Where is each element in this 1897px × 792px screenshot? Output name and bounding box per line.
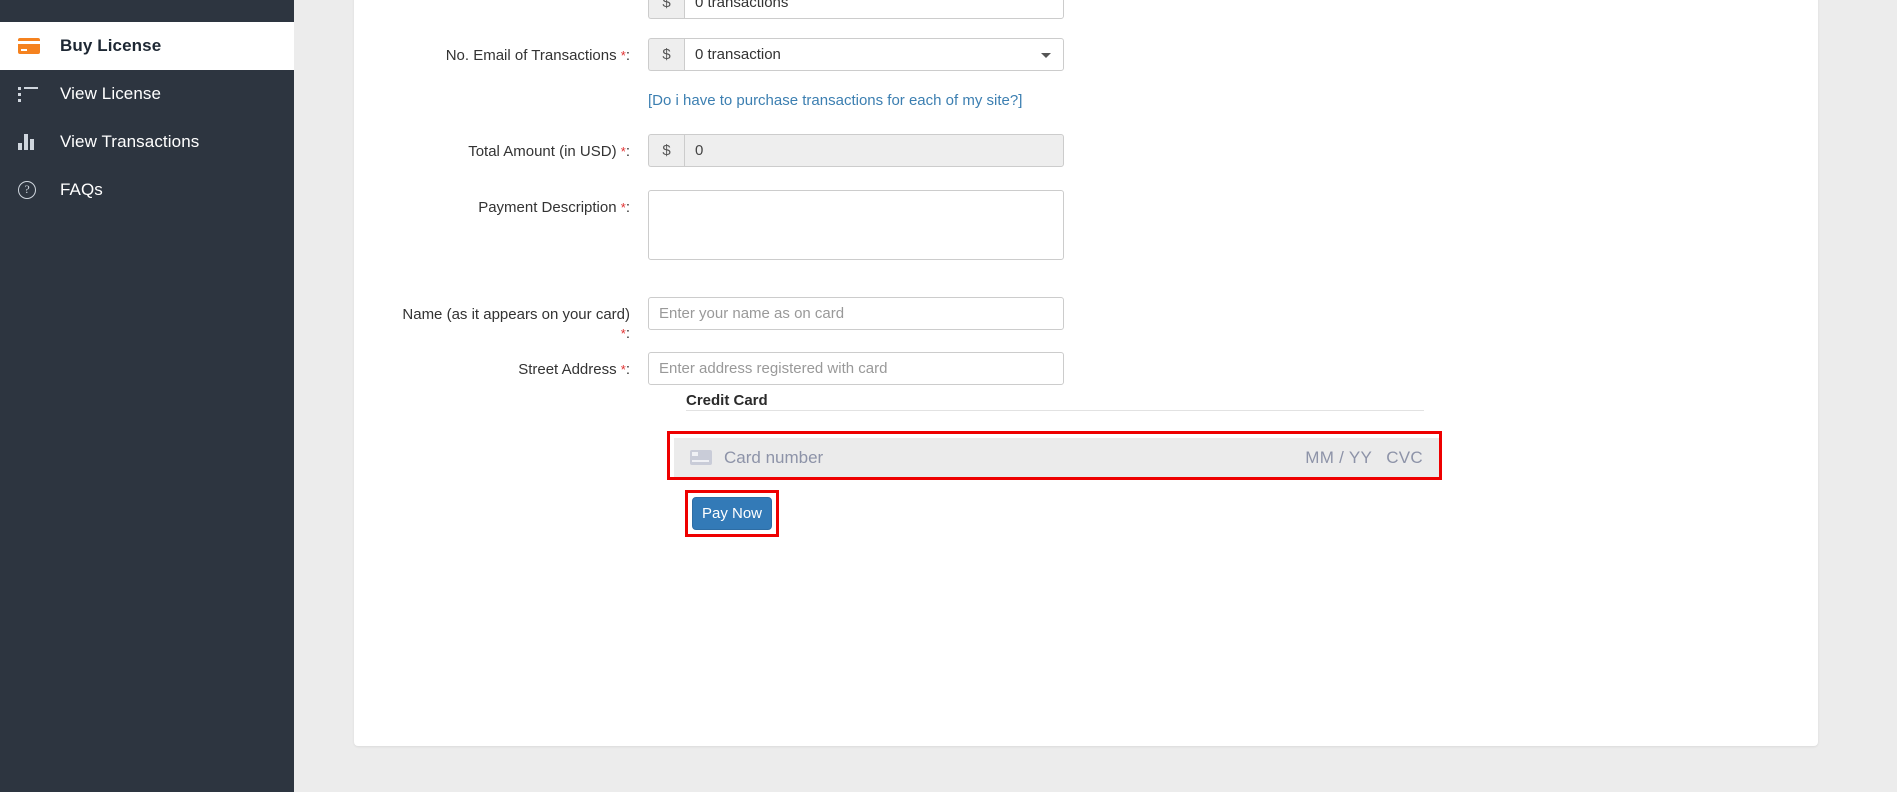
form-row-name-on-card: Name (as it appears on your card) *: Ent… (398, 297, 1774, 343)
payment-form: $ 0 transactions No. Email of Transactio… (354, 0, 1818, 746)
list-icon (18, 86, 48, 102)
stripe-card-element[interactable]: Card number MM / YY CVC (674, 438, 1439, 477)
form-label-help-link (398, 92, 648, 100)
purchase-transactions-help-link[interactable]: [Do i have to purchase transactions for … (648, 92, 1022, 109)
sidebar-top-strip (0, 0, 294, 22)
credit-card-icon (690, 450, 712, 465)
sidebar-item-buy-license[interactable]: Buy License (0, 22, 294, 70)
pay-now-highlight-box: Pay Now (685, 490, 779, 537)
total-amount-input-group: $ 0 (648, 134, 1064, 167)
transactions-cut-select[interactable]: 0 transactions (684, 0, 1064, 19)
chevron-down-icon (1041, 52, 1051, 58)
label-colon: : (625, 199, 630, 216)
currency-addon: $ (648, 38, 684, 71)
question-circle-icon: ? (18, 181, 48, 199)
label-text: No. Email of Transactions (445, 47, 617, 64)
sidebar-item-view-transactions[interactable]: View Transactions (0, 118, 294, 166)
form-row-transactions-cut: $ 0 transactions (398, 0, 1774, 19)
label-colon: : (625, 325, 630, 342)
label-text: Payment Description (478, 199, 617, 216)
section-divider (686, 410, 1424, 411)
payment-form-panel: $ 0 transactions No. Email of Transactio… (354, 0, 1818, 746)
label-colon: : (625, 47, 630, 64)
credit-card-section-title: Credit Card (686, 392, 768, 409)
card-cvc-input[interactable]: CVC (1386, 448, 1423, 468)
payment-description-textarea[interactable] (648, 190, 1064, 260)
credit-card-icon (18, 38, 48, 54)
main-content: $ 0 transactions No. Email of Transactio… (294, 0, 1897, 792)
label-text: Total Amount (in USD) (468, 143, 617, 160)
name-on-card-input[interactable]: Enter your name as on card (648, 297, 1064, 330)
selected-option: 0 transaction (695, 46, 781, 63)
sidebar: Buy License View License View Transactio… (0, 0, 294, 792)
form-row-street-address: Street Address *: Enter address register… (398, 352, 1774, 385)
street-address-input[interactable]: Enter address registered with card (648, 352, 1064, 385)
form-row-payment-description: Payment Description *: (398, 190, 1774, 260)
sidebar-item-label: View License (60, 84, 162, 103)
form-row-total-amount: Total Amount (in USD) *: $ 0 (398, 134, 1774, 167)
email-transactions-select[interactable]: 0 transaction (684, 38, 1064, 71)
label-text: Street Address (518, 361, 617, 378)
sidebar-item-label: Buy License (60, 36, 162, 55)
sidebar-item-view-license[interactable]: View License (0, 70, 294, 118)
form-label-email-transactions: No. Email of Transactions *: (398, 38, 648, 65)
email-transactions-input-group[interactable]: $ 0 transaction (648, 38, 1064, 71)
total-amount-field: 0 (684, 134, 1064, 167)
app-screen: Buy License View License View Transactio… (0, 0, 1897, 792)
label-text: Name (as it appears on your card) (402, 306, 630, 323)
card-expiry-input[interactable]: MM / YY (1305, 448, 1372, 468)
label-colon: : (625, 361, 630, 378)
form-row-email-transactions: No. Email of Transactions *: $ 0 transac… (398, 38, 1774, 71)
sidebar-nav-list: Buy License View License View Transactio… (0, 22, 294, 214)
card-number-input[interactable]: Card number (724, 448, 1305, 468)
card-number-highlight-box: Card number MM / YY CVC (667, 431, 1442, 480)
currency-addon: $ (648, 134, 684, 167)
label-colon: : (625, 143, 630, 160)
form-label-payment-description: Payment Description *: (398, 190, 648, 217)
form-row-help-link: [Do i have to purchase transactions for … (398, 92, 1774, 110)
form-label-street-address: Street Address *: (398, 352, 648, 379)
form-label-name-on-card: Name (as it appears on your card) *: (398, 297, 648, 343)
sidebar-item-label: View Transactions (60, 132, 200, 151)
sidebar-item-label: FAQs (60, 180, 103, 199)
form-label-total-amount: Total Amount (in USD) *: (398, 134, 648, 161)
pay-now-button[interactable]: Pay Now (692, 497, 772, 530)
currency-addon: $ (648, 0, 684, 19)
sidebar-item-faqs[interactable]: ? FAQs (0, 166, 294, 214)
transactions-cut-input-group[interactable]: $ 0 transactions (648, 0, 1064, 19)
bar-chart-icon (18, 134, 48, 150)
